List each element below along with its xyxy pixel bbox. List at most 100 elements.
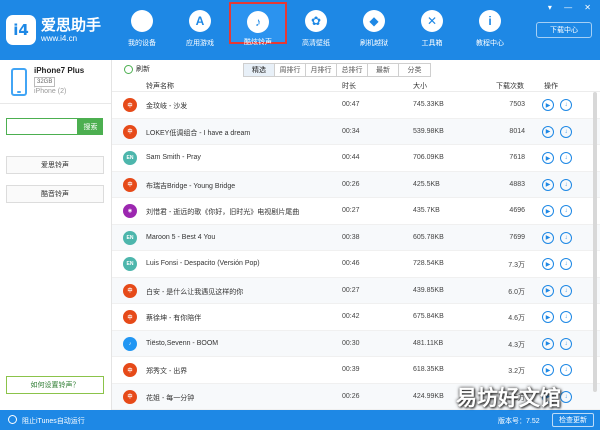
phone-icon <box>11 68 27 96</box>
tab-2[interactable]: 月排行 <box>306 64 337 76</box>
download-icon[interactable]: ↓ <box>560 284 572 297</box>
download-icon[interactable]: ↓ <box>560 258 572 270</box>
table-row[interactable]: 中 郑秀文 - 出界 00:39 618.35KB 3.2万 ▶ ↓ <box>112 357 600 384</box>
table-row[interactable]: 中 蔡徐坤 - 有你陪伴 00:42 675.84KB 4.6万 ▶ ↓ <box>112 304 600 331</box>
block-itunes-toggle[interactable]: 阻止iTunes自动运行 <box>22 416 85 426</box>
search-button[interactable]: 搜索 <box>78 118 103 135</box>
ringtone-size: 605.78KB <box>413 233 444 241</box>
ringtone-name: 蔡徐坤 - 有你陪伴 <box>146 315 202 322</box>
ringtone-duration: 00:47 <box>342 101 360 108</box>
table-row[interactable]: EN Luis Fonsi - Despacito (Versión Pop) 00… <box>112 251 600 278</box>
i4-ringtone-button[interactable]: 爱思铃声 <box>6 156 104 174</box>
language-badge-icon: EN <box>123 230 137 245</box>
table-row[interactable]: EN Sam Smith - Pray 00:44 706.09KB 7618 ▶ ↓ <box>112 145 600 172</box>
language-badge-icon: 中 <box>123 124 137 139</box>
ringtone-size: 706.09KB <box>413 154 444 161</box>
kuyin-ringtone-button[interactable]: 酷音铃声 <box>6 185 104 203</box>
ringtone-downloads: 4883 <box>509 180 525 188</box>
table-row[interactable]: ◉ 刘惜君 - 逝远的歌《你好，旧时光》电视剧片尾曲 00:27 435.7KB 469… <box>112 198 600 225</box>
play-icon[interactable]: ▶ <box>542 231 554 244</box>
language-badge-icon: 中 <box>123 389 137 404</box>
device-name: iPhone7 Plus <box>34 66 85 75</box>
check-update-button[interactable]: 检查更新 <box>552 413 594 427</box>
play-icon[interactable]: ▶ <box>542 178 554 191</box>
play-icon[interactable]: ▶ <box>542 205 554 217</box>
ringtone-duration: 00:26 <box>342 180 360 188</box>
nav-label: 刷机越狱 <box>360 40 388 47</box>
nav-box[interactable]: ◆ 刷机越狱 <box>345 0 403 60</box>
ringtone-size: 539.98KB <box>413 127 444 135</box>
ringtone-downloads: 7.3万 <box>508 262 525 269</box>
play-icon[interactable]: ▶ <box>542 152 554 164</box>
ringtone-downloads: 4.3万 <box>508 341 525 349</box>
download-icon[interactable]: ↓ <box>560 311 572 323</box>
table-row[interactable]: 中 布瑞吉Bridge - Young Bridge 00:26 425.5KB 488… <box>112 171 600 198</box>
ringtone-downloads: 4696 <box>509 207 525 214</box>
nav-appstore[interactable]: A 应用游戏 <box>171 0 229 60</box>
scrollbar[interactable] <box>592 92 598 410</box>
table-row[interactable]: 中 白安 - 是什么让我遇见这样的你 00:27 439.85KB 6.0万 ▶ ↓ <box>112 277 600 304</box>
tab-1[interactable]: 周排行 <box>275 64 306 76</box>
scrollbar-thumb[interactable] <box>593 92 597 392</box>
ringtone-downloads: 7699 <box>509 233 525 241</box>
device-card[interactable]: iPhone7 Plus 32GB iPhone (2) <box>8 64 108 100</box>
nav-apple[interactable]: 我的设备 <box>113 0 171 60</box>
ringtone-duration: 00:46 <box>342 260 360 267</box>
refresh-icon <box>124 64 133 74</box>
table-row[interactable]: 中 金玟岐 - 沙发 00:47 745.33KB 7503 ▶ ↓ <box>112 92 600 119</box>
refresh-button[interactable]: 刷新 <box>124 64 150 74</box>
download-icon[interactable]: ↓ <box>560 337 572 350</box>
device-subtitle: iPhone (2) <box>34 88 67 95</box>
ringtone-duration: 00:26 <box>342 392 360 400</box>
play-icon[interactable]: ▶ <box>542 125 554 138</box>
download-icon[interactable]: ↓ <box>560 178 572 191</box>
play-icon[interactable]: ▶ <box>542 284 554 297</box>
download-icon[interactable]: ↓ <box>560 152 572 164</box>
ringtone-size: 435.7KB <box>413 207 440 214</box>
language-badge-icon: 中 <box>123 283 137 298</box>
download-center-button[interactable]: 下载中心 <box>536 22 592 38</box>
ringtone-search-input[interactable] <box>6 118 78 135</box>
table-row[interactable]: ♪ Tiësto,Sevenn - BOOM 00:30 481.11KB 4.3万 ▶ ↓ <box>112 330 600 357</box>
play-icon[interactable]: ▶ <box>542 258 554 270</box>
play-icon[interactable]: ▶ <box>542 364 554 376</box>
ringtone-size: 745.33KB <box>413 101 444 108</box>
play-icon[interactable]: ▶ <box>542 99 554 111</box>
nav-bell[interactable]: ♪ 酷炫铃声 <box>229 2 287 46</box>
download-icon[interactable]: ↓ <box>560 390 572 403</box>
ringtone-downloads: 4.6万 <box>508 315 525 322</box>
table-row[interactable]: EN Maroon 5 - Best 4 You 00:38 605.78KB 7699… <box>112 224 600 251</box>
download-icon[interactable]: ↓ <box>560 364 572 376</box>
tab-3[interactable]: 总排行 <box>337 64 368 76</box>
language-badge-icon: 中 <box>123 310 137 324</box>
ringtone-duration: 00:34 <box>342 127 360 135</box>
app-logo: i4 爱思助手 www.i4.cn <box>6 8 106 52</box>
tab-0[interactable]: 精选 <box>244 64 275 76</box>
tab-5[interactable]: 分类 <box>399 64 430 76</box>
tab-4[interactable]: 最新 <box>368 64 399 76</box>
play-icon[interactable]: ▶ <box>542 337 554 350</box>
app-url: www.i4.cn <box>41 33 78 43</box>
window-controls[interactable]: ▾ — ✕ <box>548 3 596 12</box>
nav-label: 高清壁纸 <box>302 40 330 47</box>
language-badge-icon: ♪ <box>123 336 137 351</box>
nav-label: 教程中心 <box>476 40 504 47</box>
toolbar: 刷新 精选 周排行 月排行 总排行 最新 分类 <box>112 60 600 79</box>
download-icon[interactable]: ↓ <box>560 205 572 217</box>
download-icon[interactable]: ↓ <box>560 231 572 244</box>
language-badge-icon: ◉ <box>123 204 137 218</box>
ringtone-size: 425.5KB <box>413 180 440 188</box>
nav-label: 酷炫铃声 <box>244 39 272 46</box>
play-icon[interactable]: ▶ <box>542 311 554 323</box>
ringtone-size: 439.85KB <box>413 286 444 294</box>
header-actions: 操作 <box>544 83 558 90</box>
table-row[interactable]: 中 LOKEY低调组合 - I have a dream 00:34 539.98KB… <box>112 118 600 145</box>
download-icon[interactable]: ↓ <box>560 99 572 111</box>
how-to-set-ringtone-link[interactable]: 如何设置铃声？ <box>6 376 104 394</box>
ringtone-size: 728.54KB <box>413 260 444 267</box>
nav-flower[interactable]: ✿ 高清壁纸 <box>287 0 345 60</box>
download-icon[interactable]: ↓ <box>560 125 572 138</box>
divider <box>0 103 111 104</box>
nav-tools[interactable]: ✕ 工具箱 <box>403 0 461 60</box>
nav-info[interactable]: i 教程中心 <box>461 0 519 60</box>
